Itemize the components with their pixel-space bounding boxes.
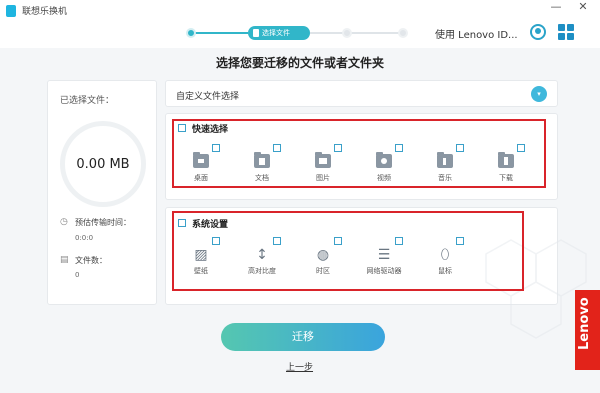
network-drive-icon: ☰ <box>377 247 391 263</box>
close-button[interactable]: ✕ <box>575 0 591 13</box>
downloads-label: 下载 <box>499 174 513 182</box>
wallpaper-label: 壁纸 <box>194 267 208 275</box>
step-dot-1 <box>186 28 196 38</box>
quick-select-title: 快速选择 <box>192 125 229 135</box>
contrast-icon: ↕ <box>256 247 268 263</box>
document-icon <box>253 29 259 37</box>
quick-item-music[interactable]: 音乐 <box>423 140 483 184</box>
page-title: 选择您要迁移的文件或者文件夹 <box>215 56 384 70</box>
step-line-done <box>192 32 248 34</box>
system-item-wallpaper[interactable]: ▨ 壁纸 <box>179 233 239 277</box>
documents-checkbox[interactable] <box>273 144 281 152</box>
wallpaper-checkbox[interactable] <box>212 237 220 245</box>
system-settings-title: 系统设置 <box>192 220 229 230</box>
music-folder-icon <box>437 152 453 168</box>
file-count-value: 0 <box>75 271 80 279</box>
quick-item-pictures[interactable]: 图片 <box>301 140 361 184</box>
step-current-label: 选择文件 <box>262 29 290 37</box>
network-drive-label: 网络驱动器 <box>366 267 402 275</box>
globe-icon: ◍ <box>316 247 330 263</box>
contrast-label: 高对比度 <box>248 267 276 275</box>
system-item-contrast[interactable]: ↕ 高对比度 <box>240 233 300 277</box>
videos-label: 视频 <box>377 174 391 182</box>
network-drive-checkbox[interactable] <box>395 237 403 245</box>
step-dot-4 <box>398 28 408 38</box>
quick-item-desktop[interactable]: 桌面 <box>179 140 239 184</box>
downloads-checkbox[interactable] <box>517 144 525 152</box>
title-bar: 联想乐换机 — ✕ 选择文件 使用 Lenovo ID... <box>0 0 600 48</box>
lenovo-logo-text: Lenovo <box>577 297 592 350</box>
system-item-mouse[interactable]: ⬯ 鼠标 <box>423 233 483 277</box>
minimize-button[interactable]: — <box>548 0 564 13</box>
timezone-checkbox[interactable] <box>334 237 342 245</box>
previous-step-link[interactable]: 上一步 <box>286 360 313 373</box>
desktop-checkbox[interactable] <box>212 144 220 152</box>
quick-item-downloads[interactable]: 下载 <box>484 140 544 184</box>
music-label: 音乐 <box>438 174 452 182</box>
downloads-folder-icon <box>498 152 514 168</box>
music-checkbox[interactable] <box>456 144 464 152</box>
migrate-button[interactable]: 迁移 <box>221 323 385 351</box>
videos-checkbox[interactable] <box>395 144 403 152</box>
timezone-label: 时区 <box>316 267 330 275</box>
file-count-label: 文件数： <box>75 256 107 265</box>
videos-folder-icon <box>376 152 392 168</box>
size-ring: 0.00 MB <box>60 121 146 207</box>
user-icon[interactable] <box>530 24 546 40</box>
clock-icon: ◷ <box>60 217 68 227</box>
summary-panel: 已选择文件： 0.00 MB ◷ 预估传输时间： 0:0:0 ▤ 文件数： 0 <box>47 80 157 305</box>
quick-select-checkbox[interactable] <box>178 124 186 132</box>
selected-size: 0.00 MB <box>76 156 130 172</box>
system-item-network-drive[interactable]: ☰ 网络驱动器 <box>362 233 422 277</box>
desktop-folder-icon <box>193 152 209 168</box>
step-indicator: 选择文件 <box>186 26 412 40</box>
contrast-checkbox[interactable] <box>273 237 281 245</box>
mouse-icon: ⬯ <box>440 247 450 263</box>
lenovo-id-login[interactable]: 使用 Lenovo ID... <box>435 26 518 41</box>
mouse-label: 鼠标 <box>438 267 452 275</box>
wallpaper-icon: ▨ <box>194 247 208 263</box>
app-logo-icon <box>6 5 16 17</box>
eta-value: 0:0:0 <box>75 234 94 242</box>
step-current: 选择文件 <box>248 26 310 40</box>
file-selection-dropdown[interactable]: 自定义文件选择 ▾ <box>165 80 558 107</box>
grid-icon[interactable] <box>558 24 574 40</box>
mouse-checkbox[interactable] <box>456 237 464 245</box>
pictures-label: 图片 <box>316 174 330 182</box>
documents-folder-icon <box>254 152 270 168</box>
documents-label: 文档 <box>255 174 269 182</box>
system-settings-checkbox[interactable] <box>178 219 186 227</box>
step-line-pending <box>310 32 406 34</box>
quick-item-videos[interactable]: 视频 <box>362 140 422 184</box>
pictures-folder-icon <box>315 152 331 168</box>
file-count-icon: ▤ <box>60 255 69 265</box>
desktop-label: 桌面 <box>194 174 208 182</box>
lenovo-logo: Lenovo <box>575 290 600 370</box>
pictures-checkbox[interactable] <box>334 144 342 152</box>
eta-label: 预估传输时间： <box>75 218 131 227</box>
step-dot-3 <box>342 28 352 38</box>
quick-item-documents[interactable]: 文档 <box>240 140 300 184</box>
chevron-down-icon[interactable]: ▾ <box>531 86 547 102</box>
app-title: 联想乐换机 <box>22 7 68 17</box>
dropdown-selected-value: 自定义文件选择 <box>176 92 240 102</box>
selected-files-label: 已选择文件： <box>60 96 115 106</box>
system-item-timezone[interactable]: ◍ 时区 <box>301 233 361 277</box>
